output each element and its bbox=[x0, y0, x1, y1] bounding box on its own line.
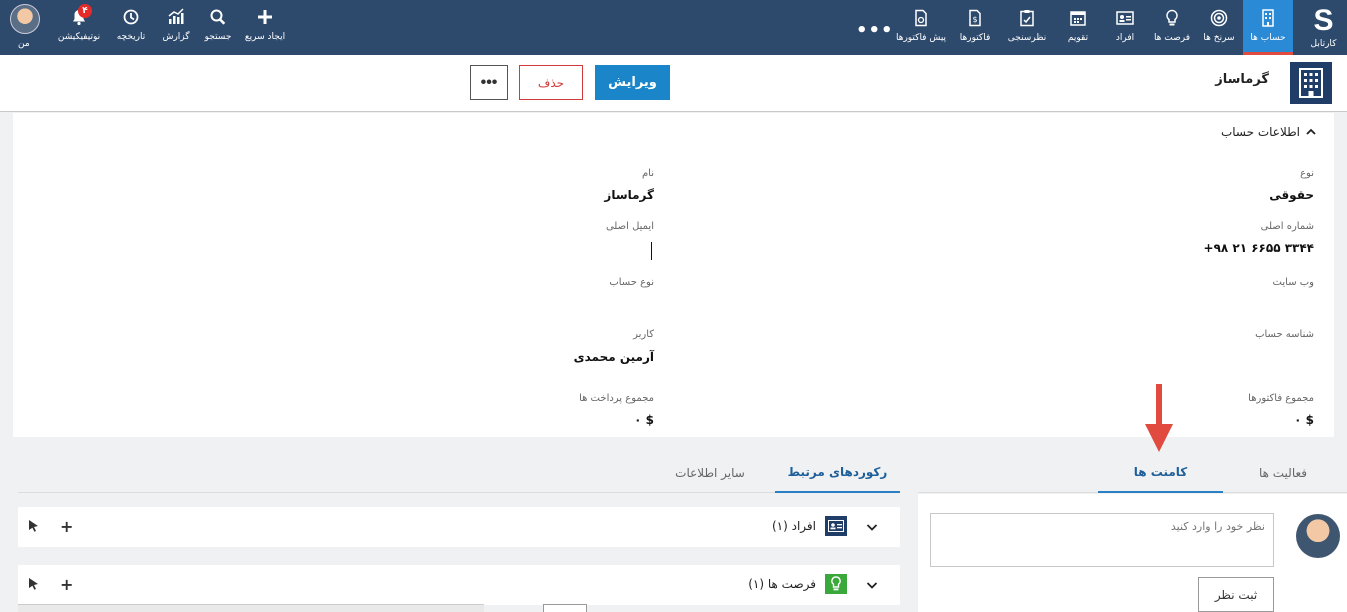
notifications-button[interactable]: نوتیفیکیشن ۴ bbox=[52, 0, 106, 55]
related-contacts-row[interactable]: افراد (۱) + bbox=[18, 507, 900, 547]
svg-text:$: $ bbox=[972, 15, 977, 24]
nav-label: افراد bbox=[1115, 33, 1135, 43]
name-value: گرماساز bbox=[604, 188, 654, 202]
user-avatar[interactable] bbox=[10, 4, 40, 34]
comment-input[interactable] bbox=[930, 513, 1274, 567]
related-opportunities-label: فرصت ها (۱) bbox=[748, 577, 816, 591]
nav-more-button[interactable]: ••• bbox=[856, 20, 894, 41]
related-opportunities-row[interactable]: فرصت ها (۱) + bbox=[18, 565, 900, 605]
search-button[interactable]: جستجو bbox=[198, 0, 238, 55]
add-opportunity-button[interactable]: + bbox=[60, 575, 73, 594]
history-button[interactable]: تاریخچه bbox=[108, 0, 154, 55]
comments-panel: ثبت نظر bbox=[918, 494, 1347, 612]
more-actions-button[interactable]: ••• bbox=[470, 65, 508, 100]
nav-label: تقویم bbox=[1067, 33, 1089, 43]
clipboard-icon bbox=[1020, 10, 1034, 27]
chevron-down-icon[interactable] bbox=[866, 521, 878, 533]
account-type-label: نوع حساب bbox=[609, 277, 654, 288]
user-label: کاربر bbox=[633, 329, 654, 340]
nav-item-opportunities[interactable]: فرصت ها bbox=[1149, 0, 1195, 55]
phone-value: +۹۸ ۲۱ ۶۶۵۵ ۳۳۴۴ bbox=[1203, 241, 1314, 255]
phone-label: شماره اصلی bbox=[1260, 221, 1314, 232]
nav-item-accounts[interactable]: حساب ها bbox=[1243, 0, 1293, 55]
tab-comments[interactable]: کامنت ها bbox=[1098, 453, 1223, 493]
invoice-icon: $ bbox=[969, 9, 981, 27]
quick-create-button[interactable]: ایجاد سریع bbox=[240, 0, 290, 55]
nav-label: سرنخ ها bbox=[1203, 33, 1235, 43]
nav-label: گزارش bbox=[162, 32, 190, 42]
nav-item-invoices[interactable]: $ فاکتورها bbox=[950, 0, 1000, 55]
red-arrow-annotation bbox=[1145, 384, 1173, 452]
type-label: نوع bbox=[1300, 168, 1314, 179]
id-card-icon bbox=[1116, 11, 1134, 25]
related-tabs: رکوردهای مرتبط سایر اطلاعات bbox=[18, 453, 900, 493]
nav-item-dashboard[interactable]: S کارتابل bbox=[1300, 0, 1347, 55]
lightbulb-icon bbox=[1166, 9, 1178, 26]
search-icon bbox=[210, 9, 226, 25]
nav-item-contacts[interactable]: افراد bbox=[1102, 0, 1148, 55]
add-contact-button[interactable]: + bbox=[60, 517, 73, 536]
nav-label: فاکتورها bbox=[959, 33, 991, 43]
horizontal-scrollbar[interactable] bbox=[18, 604, 484, 612]
nav-label: حساب ها bbox=[1250, 33, 1286, 43]
history-icon bbox=[123, 9, 139, 25]
target-icon bbox=[1210, 9, 1228, 27]
lightbulb-icon bbox=[825, 574, 847, 594]
pre-invoice-icon bbox=[915, 9, 927, 27]
name-label: نام bbox=[641, 168, 654, 179]
email-text-cursor bbox=[651, 242, 652, 260]
account-info-card: اطلاعات حساب نوع حقوقی نام گرماساز شماره… bbox=[13, 113, 1334, 437]
nav-label: پیش فاکتورها bbox=[895, 33, 947, 43]
invoices-total-value: $ ۰ bbox=[1294, 413, 1314, 427]
related-contacts-label: افراد (۱) bbox=[771, 519, 816, 533]
commenter-avatar bbox=[1296, 514, 1340, 558]
report-button[interactable]: گزارش bbox=[156, 0, 196, 55]
partial-control[interactable] bbox=[543, 604, 587, 612]
nav-label: کارتابل bbox=[1310, 38, 1337, 49]
pointer-icon[interactable] bbox=[28, 519, 40, 533]
pointer-icon[interactable] bbox=[28, 577, 40, 591]
section-title: اطلاعات حساب bbox=[1220, 125, 1300, 139]
chevron-down-icon[interactable] bbox=[866, 579, 878, 591]
email-label: ایمیل اصلی bbox=[605, 221, 654, 232]
me-label[interactable]: من bbox=[18, 39, 30, 49]
account-id-label: شناسه حساب bbox=[1255, 329, 1314, 340]
user-value: آرمین محمدی bbox=[573, 350, 654, 364]
chart-icon bbox=[168, 8, 184, 24]
calendar-icon bbox=[1070, 11, 1086, 26]
account-building-icon bbox=[1290, 62, 1332, 104]
nav-label: نظرسنجی bbox=[1007, 33, 1047, 43]
top-navigation-bar: S کارتابل حساب ها سرنخ ها فرصت ها افراد … bbox=[0, 0, 1347, 55]
activity-tabs: فعالیت ها کامنت ها bbox=[918, 453, 1347, 493]
building-icon bbox=[1262, 9, 1274, 27]
nav-label: فرصت ها bbox=[1153, 33, 1191, 43]
delete-button[interactable]: حذف bbox=[519, 65, 583, 100]
id-card-icon bbox=[825, 516, 847, 536]
account-title: گرماساز bbox=[1215, 72, 1269, 87]
tab-other-info[interactable]: سایر اطلاعات bbox=[650, 453, 770, 493]
submit-comment-button[interactable]: ثبت نظر bbox=[1198, 577, 1274, 612]
notification-count-badge: ۴ bbox=[78, 4, 92, 18]
payments-total-label: مجموع پرداخت ها bbox=[579, 393, 654, 404]
nav-label: جستجو bbox=[204, 32, 232, 42]
tab-activities[interactable]: فعالیت ها bbox=[1228, 453, 1338, 493]
website-label: وب سایت bbox=[1272, 277, 1314, 288]
account-info-section-toggle[interactable]: اطلاعات حساب bbox=[1221, 125, 1316, 139]
record-header: گرماساز ویرایش حذف ••• bbox=[0, 55, 1347, 112]
plus-icon bbox=[258, 10, 272, 24]
nav-item-calendar[interactable]: تقویم bbox=[1055, 0, 1101, 55]
payments-total-value: $ ۰ bbox=[634, 413, 654, 427]
type-value: حقوقی bbox=[1269, 188, 1314, 202]
tab-related-records[interactable]: رکوردهای مرتبط bbox=[775, 453, 900, 493]
nav-item-pre-invoices[interactable]: پیش فاکتورها bbox=[892, 0, 950, 55]
nav-item-leads[interactable]: سرنخ ها bbox=[1196, 0, 1242, 55]
chevron-up-icon bbox=[1306, 128, 1316, 135]
nav-item-survey[interactable]: نظرسنجی bbox=[1000, 0, 1054, 55]
logo-s-icon: S bbox=[1313, 3, 1334, 37]
nav-label: نوتیفیکیشن bbox=[57, 32, 101, 42]
nav-label: ایجاد سریع bbox=[244, 32, 286, 42]
invoices-total-label: مجموع فاکتورها bbox=[1248, 393, 1314, 404]
nav-label: تاریخچه bbox=[116, 32, 146, 42]
edit-button[interactable]: ویرایش bbox=[595, 65, 670, 100]
